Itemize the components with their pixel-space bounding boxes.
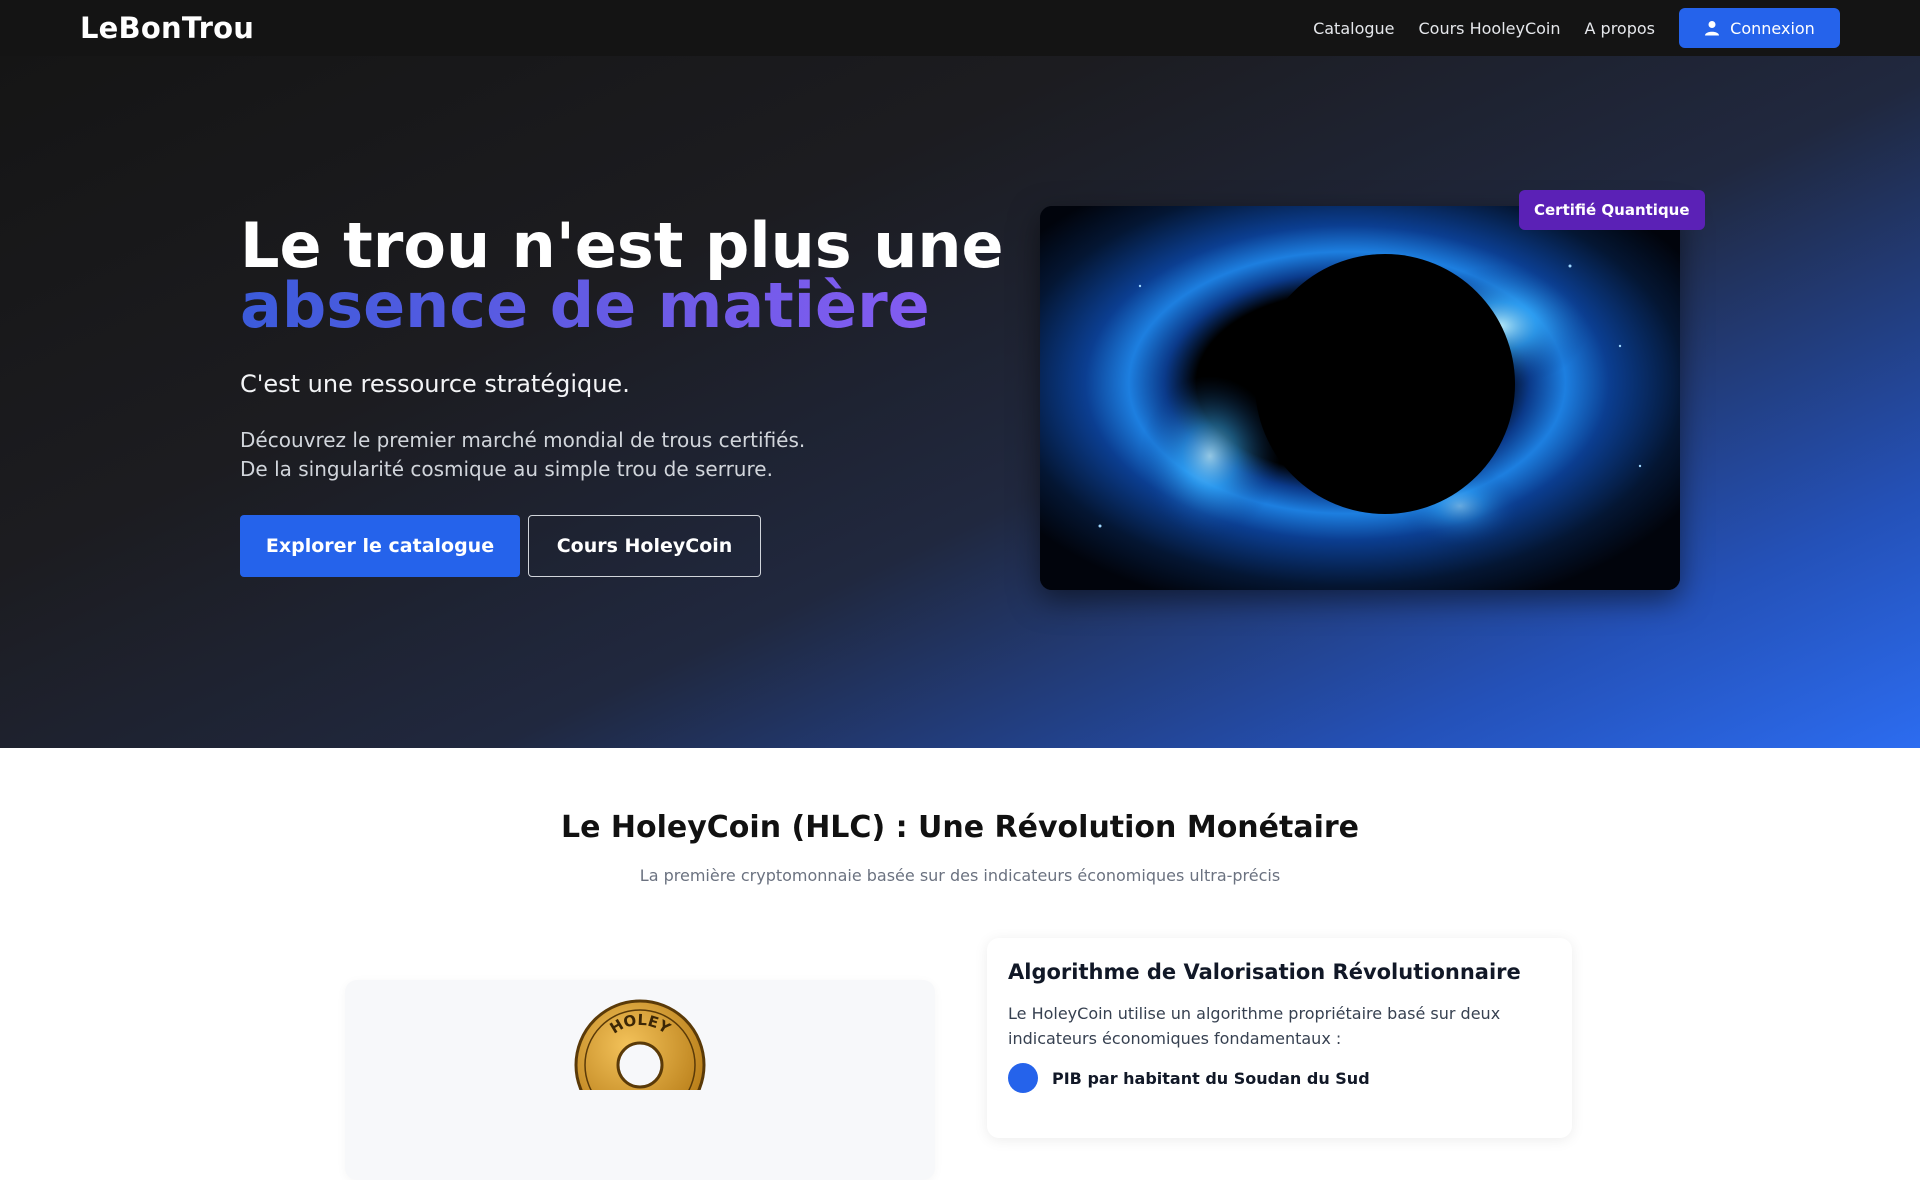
holeycoin-subtitle: La première cryptomonnaie basée sur des … <box>639 866 1281 885</box>
hero-buttons: Explorer le catalogue Cours HoleyCoin <box>240 515 1020 577</box>
hero-desc-line2: De la singularité cosmique au simple tro… <box>240 457 773 481</box>
algorithm-card-text: Le HoleyCoin utilise un algorithme propr… <box>1008 1004 1501 1048</box>
algorithm-card: Algorithme de Valorisation Révolutionnai… <box>987 938 1572 1138</box>
holeycoin-section: Le HoleyCoin (HLC) : Une Révolution Moné… <box>0 748 1920 1180</box>
hero-description: Découvrez le premier marché mondial de t… <box>240 426 1020 484</box>
hero-title: Le trou n'est plus une absence de matièr… <box>240 209 1020 337</box>
hero-title-line2: absence de matière <box>240 275 1020 337</box>
explore-catalogue-button[interactable]: Explorer le catalogue <box>240 515 520 577</box>
login-button-label: Connexion <box>1730 18 1815 38</box>
nav-link-apropos[interactable]: A propos <box>1585 19 1655 38</box>
coin-card: HOLEY <box>345 980 935 1180</box>
hero-section: Le trou n'est plus une absence de matièr… <box>0 56 1920 748</box>
black-hole-image <box>1040 206 1680 590</box>
bullet-icon <box>1008 1063 1038 1093</box>
brand-logo[interactable]: LeBonTrou <box>80 11 254 45</box>
list-item: PIB par habitant du Soudan du Sud <box>1008 1063 1551 1093</box>
holeycoin-title: Le HoleyCoin (HLC) : Une Révolution Moné… <box>560 810 1360 845</box>
nav-link-catalogue[interactable]: Catalogue <box>1313 19 1394 38</box>
black-hole-illustration <box>1040 206 1680 590</box>
certified-badge: Certifié Quantique <box>1519 190 1705 230</box>
login-button[interactable]: Connexion <box>1679 8 1840 48</box>
holeycoin-course-button[interactable]: Cours HoleyCoin <box>528 515 761 577</box>
hero-title-line1: Le trou n'est plus une <box>240 209 1004 282</box>
nav-link-cours[interactable]: Cours HooleyCoin <box>1419 19 1561 38</box>
algorithm-card-title: Algorithme de Valorisation Révolutionnai… <box>1008 960 1521 984</box>
user-icon <box>1705 21 1720 36</box>
hero-subtitle: C'est une ressource stratégique. <box>240 370 630 398</box>
holeycoin-coin-icon: HOLEY <box>574 999 706 1131</box>
navbar: LeBonTrou Catalogue Cours HooleyCoin A p… <box>0 0 1920 56</box>
list-item-label: PIB par habitant du Soudan du Sud <box>1052 1068 1370 1088</box>
nav-links: Catalogue Cours HooleyCoin A propos Conn… <box>1289 8 1840 48</box>
hero-desc-line1: Découvrez le premier marché mondial de t… <box>240 428 806 452</box>
hero-content: Le trou n'est plus une absence de matièr… <box>240 209 1020 577</box>
